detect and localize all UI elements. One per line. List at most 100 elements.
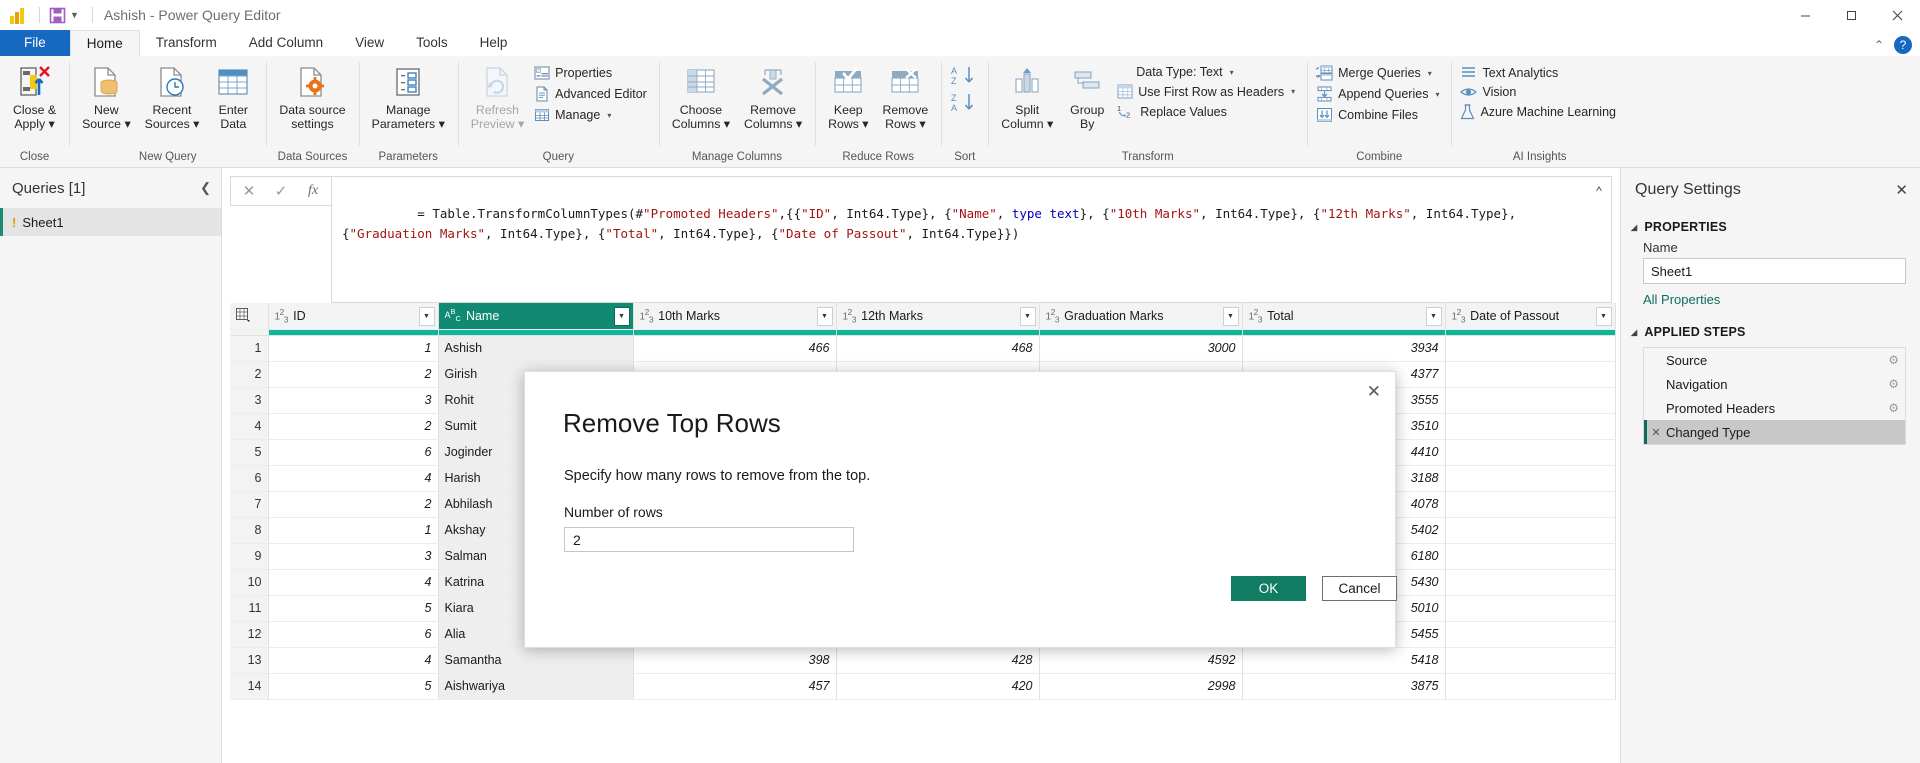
column-header-graduation-marks[interactable]: 123Graduation Marks▼ (1039, 303, 1242, 329)
applied-steps-section-header[interactable]: ◢ APPLIED STEPS (1621, 311, 1920, 343)
chevron-up-icon[interactable]: ⌃ (1595, 183, 1603, 203)
close-apply-button[interactable]: Close & Apply ▾ (6, 60, 63, 133)
number-of-rows-input[interactable]: 2 (564, 527, 854, 552)
cell-id[interactable]: 4 (268, 647, 438, 673)
check-icon[interactable]: ✓ (265, 177, 297, 205)
sort-descending-icon[interactable]: ZA (947, 90, 982, 116)
cancel-icon[interactable]: ✕ (233, 177, 265, 205)
gear-icon[interactable]: ⚙ (1888, 377, 1899, 391)
cell-total[interactable]: 5418 (1242, 647, 1445, 673)
table-row[interactable]: 145Aishwariya45742029983875 (230, 673, 1615, 699)
tab-tools[interactable]: Tools (400, 30, 464, 56)
cell-12th-marks[interactable]: 468 (836, 335, 1039, 361)
delete-step-icon[interactable]: ✕ (1648, 426, 1664, 439)
applied-step-source[interactable]: Source⚙ (1644, 348, 1905, 372)
remove-rows-button[interactable]: Remove Rows ▾ (875, 60, 935, 133)
data-source-settings-button[interactable]: Data source settings (272, 60, 352, 133)
choose-columns-button[interactable]: Choose Columns ▾ (665, 60, 737, 133)
chevron-down-icon[interactable]: ▾ (1230, 68, 1234, 77)
use-first-row-as-headers-button[interactable]: Use First Row as Headers▾ (1114, 82, 1301, 101)
cell-graduation-marks[interactable]: 3000 (1039, 335, 1242, 361)
manage-parameters-button[interactable]: Manage Parameters ▾ (365, 60, 452, 133)
cell-id[interactable]: 4 (268, 465, 438, 491)
cell-date-of-passout[interactable] (1445, 361, 1615, 387)
cell-date-of-passout[interactable] (1445, 673, 1615, 699)
refresh-preview-button[interactable]: Refresh Preview ▾ (464, 60, 531, 133)
applied-step-navigation[interactable]: Navigation⚙ (1644, 372, 1905, 396)
properties-section-header[interactable]: ◢ PROPERTIES (1621, 212, 1920, 238)
cell-total[interactable]: 3934 (1242, 335, 1445, 361)
cell-name[interactable]: Samantha (438, 647, 633, 673)
all-properties-link[interactable]: All Properties (1621, 284, 1920, 311)
text-analytics-button[interactable]: Text Analytics (1457, 63, 1622, 82)
cell-id[interactable]: 5 (268, 673, 438, 699)
cell-total[interactable]: 3875 (1242, 673, 1445, 699)
keep-rows-button[interactable]: Keep Rows ▾ (821, 60, 875, 133)
tab-help[interactable]: Help (464, 30, 524, 56)
cell-id[interactable]: 3 (268, 387, 438, 413)
cell-10th-marks[interactable]: 398 (633, 647, 836, 673)
combine-files-button[interactable]: Combine Files (1313, 105, 1445, 125)
chevron-down-icon[interactable]: ▾ (1291, 87, 1295, 96)
formula-input[interactable]: = Table.TransformColumnTypes(#"Promoted … (331, 176, 1612, 303)
chevron-down-icon[interactable]: ▾ (1428, 69, 1432, 78)
dialog-close-icon[interactable]: ✕ (1367, 382, 1381, 402)
replace-values-button[interactable]: 12Replace Values (1114, 102, 1301, 121)
cell-graduation-marks[interactable]: 2998 (1039, 673, 1242, 699)
fx-icon[interactable]: fx (297, 177, 329, 205)
properties-button[interactable]: Properties (531, 63, 653, 83)
chevron-left-icon[interactable]: ❮ (200, 180, 211, 196)
save-icon[interactable] (49, 7, 66, 24)
column-filter-dropdown-icon[interactable]: ▼ (1020, 307, 1036, 326)
cell-graduation-marks[interactable]: 4592 (1039, 647, 1242, 673)
cell-12th-marks[interactable]: 428 (836, 647, 1039, 673)
column-filter-dropdown-icon[interactable]: ▼ (1426, 307, 1442, 326)
cell-date-of-passout[interactable] (1445, 387, 1615, 413)
new-source-button[interactable]: New Source ▾ (75, 60, 138, 133)
cell-date-of-passout[interactable] (1445, 491, 1615, 517)
column-filter-dropdown-icon[interactable]: ▼ (1596, 307, 1612, 326)
minimize-button[interactable] (1782, 0, 1828, 30)
merge-queries-button[interactable]: Merge Queries▾ (1313, 63, 1445, 83)
close-icon[interactable]: ✕ (1895, 181, 1908, 199)
cell-name[interactable]: Ashish (438, 335, 633, 361)
grid-corner-select-all[interactable] (230, 303, 268, 329)
cancel-button[interactable]: Cancel (1322, 576, 1397, 601)
tab-transform[interactable]: Transform (140, 30, 233, 56)
cell-10th-marks[interactable]: 457 (633, 673, 836, 699)
table-row[interactable]: 134Samantha39842845925418 (230, 647, 1615, 673)
query-list-item-sheet1[interactable]: ! Sheet1 (0, 208, 221, 236)
cell-id[interactable]: 2 (268, 361, 438, 387)
enter-data-button[interactable]: Enter Data (206, 60, 260, 133)
column-header-id[interactable]: 123ID▼ (268, 303, 438, 329)
remove-columns-button[interactable]: Remove Columns ▾ (737, 60, 809, 133)
cell-id[interactable]: 6 (268, 439, 438, 465)
column-filter-dropdown-icon[interactable]: ▼ (817, 307, 833, 326)
table-row[interactable]: 11Ashish46646830003934 (230, 335, 1615, 361)
cell-date-of-passout[interactable] (1445, 335, 1615, 361)
cell-id[interactable]: 2 (268, 413, 438, 439)
cell-12th-marks[interactable]: 420 (836, 673, 1039, 699)
ok-button[interactable]: OK (1231, 576, 1306, 601)
cell-date-of-passout[interactable] (1445, 517, 1615, 543)
tab-view[interactable]: View (339, 30, 400, 56)
recent-sources-button[interactable]: Recent Sources ▾ (138, 60, 207, 133)
cell-id[interactable]: 1 (268, 517, 438, 543)
cell-id[interactable]: 5 (268, 595, 438, 621)
data-type-text-button[interactable]: Data Type: Text▾ (1114, 63, 1301, 81)
name-input[interactable]: Sheet1 (1643, 258, 1906, 284)
maximize-button[interactable] (1828, 0, 1874, 30)
cell-date-of-passout[interactable] (1445, 569, 1615, 595)
gear-icon[interactable]: ⚙ (1888, 353, 1899, 367)
cell-date-of-passout[interactable] (1445, 647, 1615, 673)
cell-id[interactable]: 2 (268, 491, 438, 517)
azure-machine-learning-button[interactable]: Azure Machine Learning (1457, 102, 1622, 122)
cell-id[interactable]: 6 (268, 621, 438, 647)
cell-date-of-passout[interactable] (1445, 595, 1615, 621)
tab-file[interactable]: File (0, 30, 70, 56)
manage-button[interactable]: Manage▾ (531, 105, 653, 125)
cell-date-of-passout[interactable] (1445, 439, 1615, 465)
advanced-editor-button[interactable]: Advanced Editor (531, 84, 653, 104)
chevron-down-icon[interactable]: ▾ (1435, 90, 1439, 99)
append-queries-button[interactable]: Append Queries▾ (1313, 84, 1445, 104)
